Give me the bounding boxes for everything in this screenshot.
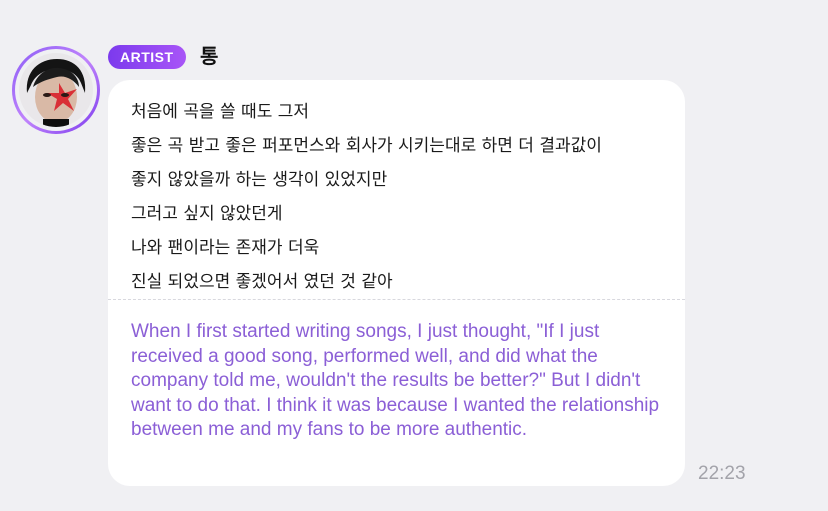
message-line: 좋은 곡 받고 좋은 퍼포먼스와 회사가 시키는대로 하면 더 결과값이 — [131, 136, 602, 156]
message-line: 좋지 않았을까 하는 생각이 있었지만 — [131, 170, 388, 190]
avatar[interactable] — [12, 46, 100, 134]
message-line: 처음에 곡을 쓸 때도 그저 — [131, 102, 310, 122]
message-timestamp: 22:23 — [698, 463, 746, 484]
message-line: 진실 되었으면 좋겠어서 였던 것 같아 — [131, 272, 393, 292]
message-line: 그러고 싶지 않았던게 — [131, 204, 283, 224]
author-name[interactable]: 통 — [200, 41, 218, 71]
message-line: 나와 팬이라는 존재가 더욱 — [131, 238, 320, 258]
message-original-text: 처음에 곡을 쓸 때도 그저 좋은 곡 받고 좋은 퍼포먼스와 회사가 시키는대… — [131, 95, 602, 299]
chat-screen: ARTIST 통 처음에 곡을 쓸 때도 그저 좋은 곡 받고 좋은 퍼포먼스와… — [0, 0, 828, 511]
avatar-photo — [19, 53, 93, 127]
translation-text: When I first started writing songs, I ju… — [131, 321, 660, 440]
artist-badge: ARTIST — [108, 45, 186, 69]
message-bubble[interactable]: 처음에 곡을 쓸 때도 그저 좋은 곡 받고 좋은 퍼포먼스와 회사가 시키는대… — [108, 80, 685, 486]
translation-divider — [108, 299, 685, 300]
